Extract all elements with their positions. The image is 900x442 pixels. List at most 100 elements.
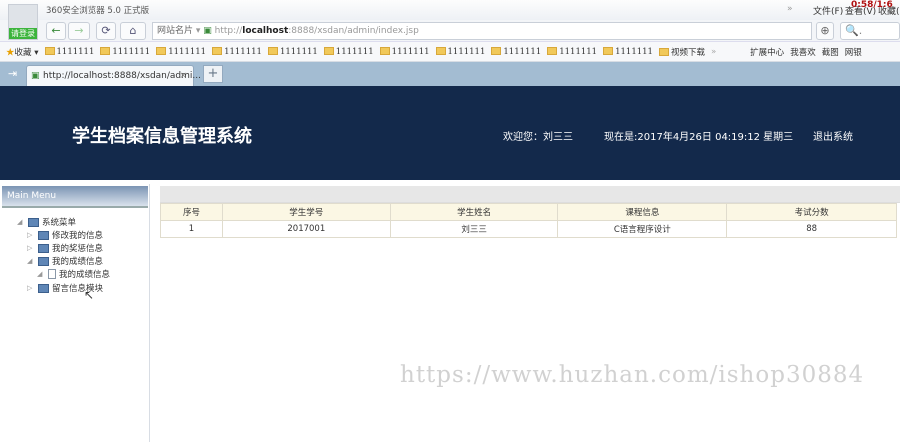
logout-link[interactable]: 退出系统 [813, 128, 853, 143]
folder-icon [38, 243, 49, 253]
tree-item-grades[interactable]: ◢ 我的成绩信息 [27, 255, 103, 267]
bookmark[interactable]: 1111111 [44, 46, 94, 57]
more-bookmarks-icon[interactable]: » [711, 47, 716, 57]
menu-file[interactable]: 文件(F) [813, 4, 843, 17]
netbank-button[interactable]: 网银 [845, 46, 862, 58]
search-input[interactable]: 🔍. [840, 22, 900, 40]
col-student-name: 学生姓名 [389, 203, 559, 221]
close-tab-icon[interactable]: × [179, 66, 187, 86]
collapsed-arrow-icon: ▷ [27, 231, 33, 239]
folder-icon [38, 230, 49, 240]
folder-icon [658, 47, 669, 56]
folder-icon [435, 46, 446, 55]
login-button[interactable]: 请登录 [9, 28, 37, 39]
forward-button[interactable]: → [68, 22, 90, 40]
cell-score: 88 [726, 220, 897, 238]
folder-icon [100, 46, 111, 55]
cell-student-name: 刘三三 [389, 220, 559, 238]
bookmark[interactable]: 1111111 [435, 46, 485, 57]
folder-icon [323, 46, 334, 55]
leaf-arrow-icon: ◢ [37, 270, 43, 278]
extensions-button[interactable]: 扩展中心 [750, 46, 784, 58]
new-tab-button[interactable]: + [203, 65, 223, 83]
cell-student-id: 2017001 [221, 220, 391, 238]
star-icon: ★ [6, 47, 15, 58]
toolbar-strip [160, 186, 900, 203]
folder-icon [267, 46, 278, 55]
welcome-text: 欢迎您：刘三三 [503, 132, 573, 143]
navigation-bar: ← → ⟳ ⌂ 网站名片 ▾ ▣ http://localhost:8888/x… [0, 20, 900, 42]
site-name-button[interactable]: 网站名片 [157, 26, 193, 36]
url-path: :8888/xsdan/admin/index.jsp [288, 26, 419, 36]
folder-icon [38, 283, 49, 293]
avatar[interactable]: 请登录 [8, 4, 38, 40]
home-button[interactable]: ⌂ [120, 22, 146, 40]
favorites-button[interactable]: ★收藏 ▾ [6, 46, 39, 58]
add-icon[interactable]: ⊕ [816, 22, 834, 40]
sidebar-toggle-icon[interactable]: ⇥ [8, 67, 17, 80]
sidebar-title: Main Menu [2, 186, 148, 208]
browser-titlebar: 360安全浏览器 5.0 正式版 » 文件(F) 查看(V) 收藏( 0:58/… [0, 0, 900, 20]
bookmark[interactable]: 1111111 [212, 46, 262, 57]
url-host: localhost [242, 26, 289, 36]
bookmark[interactable]: 1111111 [547, 46, 597, 57]
tree-root[interactable]: ◢ 系统菜单 [17, 216, 76, 228]
collapsed-arrow-icon: ▷ [27, 284, 33, 292]
folder-icon [44, 46, 55, 55]
tree-item-my-grades[interactable]: ◢ 我的成绩信息 [37, 268, 110, 280]
bookmark[interactable]: 1111111 [156, 46, 206, 57]
current-time: 现在是:2017年4月26日 04:19:12 星期三 [604, 132, 794, 143]
tab-active[interactable]: ▣ http://localhost:8888/xsdan/admi... × [26, 65, 201, 86]
folder-icon [379, 46, 390, 55]
address-bar[interactable]: 网站名片 ▾ ▣ http://localhost:8888/xsdan/adm… [152, 22, 812, 40]
file-icon [48, 269, 56, 279]
folder-icon [156, 46, 167, 55]
collapsed-arrow-icon: ▷ [27, 244, 33, 252]
col-score: 考试分数 [726, 203, 897, 221]
watermark: https://www.huzhan.com/ishop30884 [400, 362, 865, 388]
folder-icon [212, 46, 223, 55]
page-title: 学生档案信息管理系统 [72, 126, 252, 147]
refresh-button[interactable]: ⟳ [96, 22, 116, 40]
url-prefix: http:// [214, 26, 243, 36]
bookmark[interactable]: 1111111 [100, 46, 150, 57]
more-menu-icon[interactable]: » [787, 4, 793, 14]
expanded-arrow-icon: ◢ [17, 218, 23, 226]
folder-icon [603, 46, 614, 55]
cell-index: 1 [160, 220, 223, 238]
bookmark[interactable]: 1111111 [379, 46, 430, 57]
col-student-id: 学生学号 [221, 203, 391, 221]
site-header: 学生档案信息管理系统 欢迎您：刘三三 现在是:2017年4月26日 04:19:… [0, 86, 900, 180]
screenshot-button[interactable]: 截图 [822, 46, 839, 58]
col-index: 序号 [160, 203, 223, 221]
folder-icon [547, 46, 558, 55]
col-course: 课程信息 [557, 203, 728, 221]
bookmark[interactable]: 1111111 [603, 46, 653, 57]
cell-course: C语言程序设计 [557, 220, 728, 238]
back-button[interactable]: ← [46, 22, 66, 40]
bookmark[interactable]: 1111111 [491, 46, 541, 57]
tab-bar: ⇥ ▣ http://localhost:8888/xsdan/admi... … [0, 62, 900, 86]
expanded-arrow-icon: ◢ [27, 257, 33, 265]
table-header-row: 序号 学生学号 学生姓名 课程信息 考试分数 [160, 203, 897, 221]
browser-title: 360安全浏览器 5.0 正式版 [46, 6, 150, 16]
table-row: 1 2017001 刘三三 C语言程序设计 88 [160, 220, 897, 238]
tree-item-rewards[interactable]: ▷ 我的奖惩信息 [27, 242, 103, 254]
bookmarks-bar: ★收藏 ▾ 1111111 1111111 1111111 1111111 11… [0, 42, 900, 62]
page-icon: ▣ [203, 26, 212, 36]
bookmark[interactable]: 1111111 [267, 46, 318, 57]
page-icon: ▣ [31, 71, 40, 81]
timer-overlay: 0:58/1:6 [851, 0, 893, 10]
main-content: 序号 学生学号 学生姓名 课程信息 考试分数 1 2017001 刘三三 C语言… [160, 186, 900, 238]
tree-item-edit-info[interactable]: ▷ 修改我的信息 [27, 229, 103, 241]
tab-title: http://localhost:8888/xsdan/admi... [43, 71, 201, 81]
folder-icon [491, 46, 502, 55]
sidebar: Main Menu ◢ 系统菜单 ▷ 修改我的信息 ▷ 我的奖惩信息 ◢ 我的成绩信息 … [0, 184, 150, 442]
favorites-like-button[interactable]: 我喜欢 [790, 46, 816, 58]
bookmark[interactable]: 视频下载 [658, 46, 705, 58]
folder-icon [38, 256, 49, 266]
bookmark[interactable]: 1111111 [323, 46, 374, 57]
grades-table: 序号 学生学号 学生姓名 课程信息 考试分数 1 2017001 刘三三 C语言… [160, 203, 897, 238]
cursor-icon: ↖ [84, 288, 95, 302]
folder-icon [28, 217, 39, 227]
